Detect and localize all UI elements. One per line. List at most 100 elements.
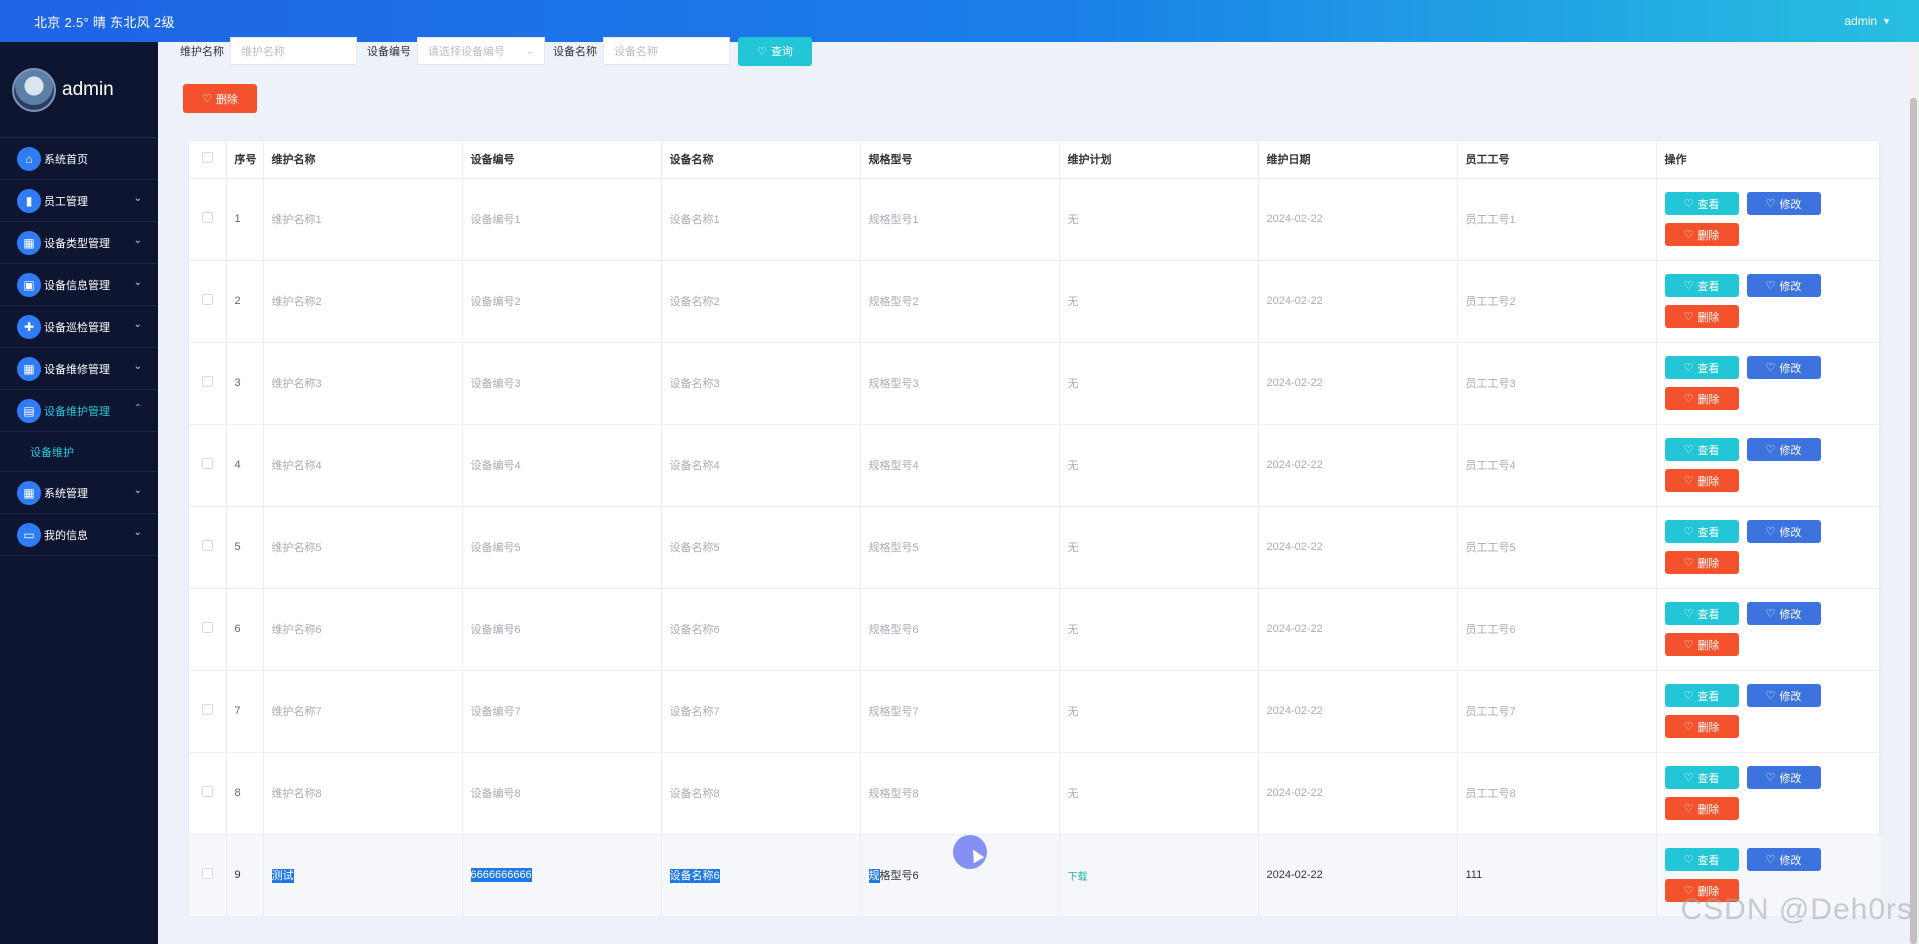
edit-button[interactable]: ♡ 修改 bbox=[1746, 438, 1821, 461]
heart-icon: ♡ bbox=[1683, 475, 1694, 487]
sidebar-username: admin bbox=[62, 78, 114, 100]
delete-button[interactable]: ♡ 删除 bbox=[1664, 715, 1739, 738]
query-button[interactable]: ♡ 查询 bbox=[738, 36, 812, 66]
edit-label: 修改 bbox=[1779, 854, 1802, 867]
row-checkbox-cell[interactable] bbox=[189, 260, 227, 343]
cell-device-code: 设备编号7 bbox=[462, 670, 662, 753]
maint-name-input[interactable]: 维护名称 bbox=[230, 37, 357, 65]
view-label: 查看 bbox=[1697, 280, 1720, 293]
view-button[interactable]: ♡ 查看 bbox=[1664, 848, 1739, 871]
view-button[interactable]: ♡ 查看 bbox=[1664, 356, 1739, 379]
heart-icon: ♡ bbox=[1683, 721, 1694, 733]
batch-delete-button[interactable]: ♡ 删除 bbox=[183, 84, 257, 113]
scrollbar-thumb[interactable] bbox=[1910, 98, 1917, 944]
col-header-device-code: 设备编号 bbox=[462, 141, 662, 179]
sidebar-item[interactable]: ▦ 系统管理 ⌄ bbox=[0, 472, 158, 514]
cell-actions: ♡ 查看 ♡ 修改 ♡ 删除 bbox=[1656, 588, 1882, 671]
download-link[interactable]: 下载 bbox=[1068, 872, 1088, 883]
sidebar-item[interactable]: ▦ 设备维修管理 ⌄ bbox=[0, 348, 158, 390]
cell-device-name: 设备名称2 bbox=[661, 260, 861, 343]
row-checkbox[interactable] bbox=[201, 376, 213, 387]
cell-maint-name: 维护名称2 bbox=[263, 260, 463, 343]
delete-button[interactable]: ♡ 删除 bbox=[1664, 797, 1739, 820]
row-checkbox[interactable] bbox=[201, 786, 213, 797]
view-button[interactable]: ♡ 查看 bbox=[1664, 192, 1739, 215]
view-label: 查看 bbox=[1697, 444, 1720, 457]
heart-icon: ♡ bbox=[757, 45, 767, 58]
selected-text: 设备名称6 bbox=[669, 869, 720, 883]
sidebar-item[interactable]: ▮ 员工管理 ⌄ bbox=[0, 180, 158, 222]
heart-icon: ♡ bbox=[1683, 803, 1694, 815]
row-checkbox[interactable] bbox=[201, 540, 213, 551]
sidebar-item-label: 我的信息 bbox=[44, 529, 88, 542]
sidebar-item[interactable]: ▣ 设备信息管理 ⌄ bbox=[0, 264, 158, 306]
delete-button[interactable]: ♡ 删除 bbox=[1664, 633, 1739, 656]
row-checkbox-cell[interactable] bbox=[189, 834, 227, 917]
sidebar-item[interactable]: ✚ 设备巡检管理 ⌄ bbox=[0, 306, 158, 348]
edit-button[interactable]: ♡ 修改 bbox=[1746, 274, 1821, 297]
edit-button[interactable]: ♡ 修改 bbox=[1746, 356, 1821, 379]
delete-button[interactable]: ♡ 删除 bbox=[1664, 223, 1739, 246]
row-checkbox-cell[interactable] bbox=[189, 588, 227, 671]
edit-button[interactable]: ♡ 修改 bbox=[1746, 766, 1821, 789]
delete-button[interactable]: ♡ 删除 bbox=[1664, 305, 1739, 328]
heart-icon: ♡ bbox=[1683, 198, 1694, 210]
row-checkbox[interactable] bbox=[201, 458, 213, 469]
sidebar-item[interactable]: ▤ 设备维护管理 ⌃ bbox=[0, 390, 158, 432]
view-button[interactable]: ♡ 查看 bbox=[1664, 602, 1739, 625]
edit-button[interactable]: ♡ 修改 bbox=[1746, 602, 1821, 625]
delete-button[interactable]: ♡ 删除 bbox=[1664, 387, 1739, 410]
view-button[interactable]: ♡ 查看 bbox=[1664, 274, 1739, 297]
select-all-checkbox-cell[interactable] bbox=[189, 141, 227, 179]
device-name-input[interactable]: 设备名称 bbox=[603, 37, 730, 65]
view-button[interactable]: ♡ 查看 bbox=[1664, 684, 1739, 707]
sidebar-item-label: 设备信息管理 bbox=[44, 279, 110, 292]
heart-icon: ♡ bbox=[1765, 526, 1776, 538]
card-icon: ▭ bbox=[17, 522, 41, 547]
model-rest-text: 格型号6 bbox=[879, 870, 919, 882]
row-checkbox[interactable] bbox=[201, 294, 213, 305]
batch-delete-label: 删除 bbox=[215, 93, 238, 106]
row-checkbox-cell[interactable] bbox=[189, 752, 227, 835]
delete-button[interactable]: ♡ 删除 bbox=[1664, 469, 1739, 492]
cell-device-code: 6666666666 bbox=[462, 834, 662, 917]
table-row: 6 维护名称6 设备编号6 设备名称6 规格型号6 无 2024-02-22 员工工号6 ♡ 查看… bbox=[189, 588, 1882, 671]
cell-model: 规格型号8 bbox=[860, 752, 1060, 835]
row-checkbox-cell[interactable] bbox=[189, 506, 227, 589]
cell-device-name: 设备名称8 bbox=[661, 752, 861, 835]
cell-date: 2024-02-22 bbox=[1258, 178, 1458, 261]
sidebar-item-label: 员工管理 bbox=[44, 195, 88, 208]
row-checkbox[interactable] bbox=[201, 212, 213, 223]
sidebar-subitem[interactable]: 设备维护 bbox=[0, 432, 158, 472]
table-row: 8 维护名称8 设备编号8 设备名称8 规格型号8 无 2024-02-22 员工工号8 ♡ 查看… bbox=[189, 752, 1882, 835]
view-button[interactable]: ♡ 查看 bbox=[1664, 520, 1739, 543]
table-row: 7 维护名称7 设备编号7 设备名称7 规格型号7 无 2024-02-22 员工工号7 ♡ 查看… bbox=[189, 670, 1882, 753]
row-checkbox-cell[interactable] bbox=[189, 424, 227, 507]
table-row: 4 维护名称4 设备编号4 设备名称4 规格型号4 无 2024-02-22 员工工号4 ♡ 查看… bbox=[189, 424, 1882, 507]
view-button[interactable]: ♡ 查看 bbox=[1664, 438, 1739, 461]
row-checkbox[interactable] bbox=[201, 868, 213, 879]
cell-device-code: 设备编号2 bbox=[462, 260, 662, 343]
sidebar-item[interactable]: ▭ 我的信息 ⌄ bbox=[0, 514, 158, 556]
row-checkbox-cell[interactable] bbox=[189, 670, 227, 753]
row-checkbox[interactable] bbox=[201, 704, 213, 715]
sidebar-item[interactable]: ⌂ 系统首页 bbox=[0, 138, 158, 180]
row-checkbox[interactable] bbox=[201, 622, 213, 633]
select-all-checkbox[interactable] bbox=[201, 152, 213, 164]
delete-label: 删除 bbox=[1697, 557, 1720, 570]
edit-button[interactable]: ♡ 修改 bbox=[1746, 192, 1821, 215]
delete-button[interactable]: ♡ 删除 bbox=[1664, 551, 1739, 574]
view-button[interactable]: ♡ 查看 bbox=[1664, 766, 1739, 789]
device-code-select[interactable]: 请选择设备编号 ⌄ bbox=[417, 37, 545, 65]
cell-actions: ♡ 查看 ♡ 修改 ♡ 删除 bbox=[1656, 752, 1882, 835]
edit-button[interactable]: ♡ 修改 bbox=[1746, 848, 1821, 871]
cell-maint-name: 维护名称4 bbox=[263, 424, 463, 507]
row-checkbox-cell[interactable] bbox=[189, 342, 227, 425]
row-checkbox-cell[interactable] bbox=[189, 178, 227, 261]
view-label: 查看 bbox=[1697, 608, 1720, 621]
edit-button[interactable]: ♡ 修改 bbox=[1746, 520, 1821, 543]
user-menu[interactable]: admin ▼ bbox=[1844, 14, 1891, 28]
sidebar-item[interactable]: ▦ 设备类型管理 ⌄ bbox=[0, 222, 158, 264]
edit-button[interactable]: ♡ 修改 bbox=[1746, 684, 1821, 707]
heart-icon: ♡ bbox=[1765, 690, 1776, 702]
